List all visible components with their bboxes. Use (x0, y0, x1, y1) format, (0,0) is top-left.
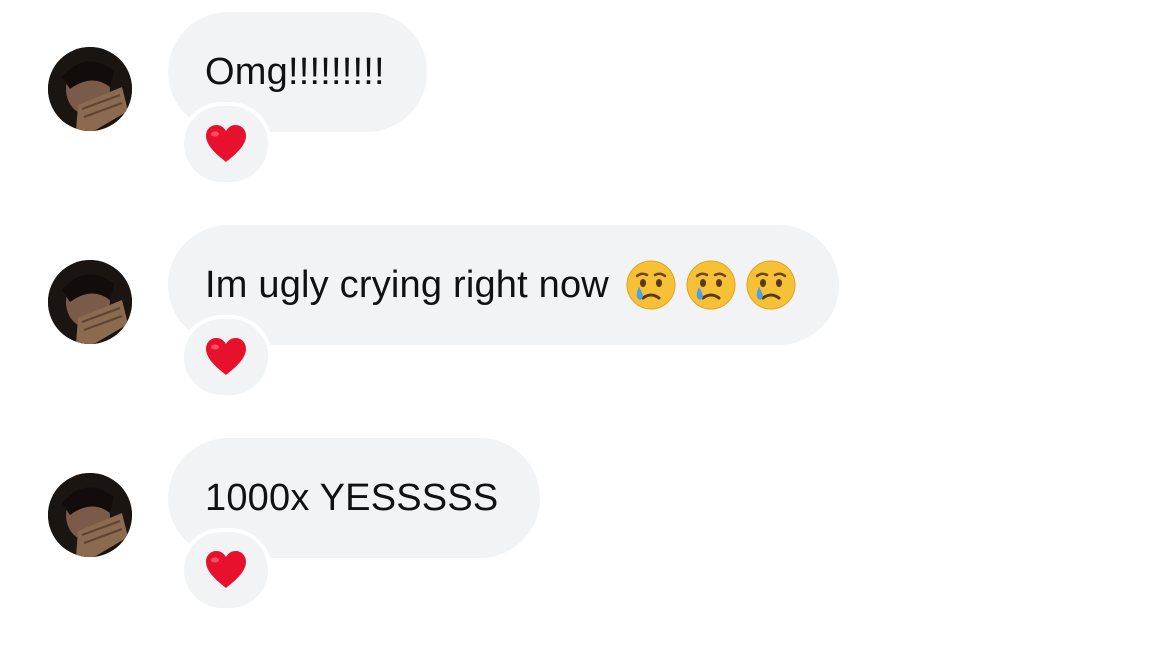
crying-face-icon (626, 260, 676, 310)
message-text: Im ugly crying right now (205, 263, 609, 306)
avatar-photo (48, 473, 132, 557)
reaction-badge[interactable] (180, 315, 272, 399)
message-row: Omg!!!!!!!!! (0, 0, 1170, 186)
crying-face-icon (686, 260, 736, 310)
avatar-photo (48, 47, 132, 131)
reaction-badge[interactable] (180, 528, 272, 612)
message-text: Omg!!!!!!!!! (205, 50, 385, 93)
emoji-group (625, 259, 797, 311)
avatar[interactable] (48, 473, 132, 557)
heart-icon (206, 338, 246, 375)
heart-icon (206, 551, 246, 588)
avatar[interactable] (48, 47, 132, 131)
message-row: 1000x YESSSSS (0, 426, 1170, 612)
reaction-badge[interactable] (180, 102, 272, 186)
message-text: 1000x YESSSSS (205, 476, 499, 519)
avatar-photo (48, 260, 132, 344)
avatar[interactable] (48, 260, 132, 344)
heart-icon (206, 125, 246, 162)
message-bubble[interactable]: Im ugly crying right now (168, 225, 839, 345)
crying-face-icon (746, 260, 796, 310)
message-row: Im ugly crying right now (0, 213, 1170, 399)
